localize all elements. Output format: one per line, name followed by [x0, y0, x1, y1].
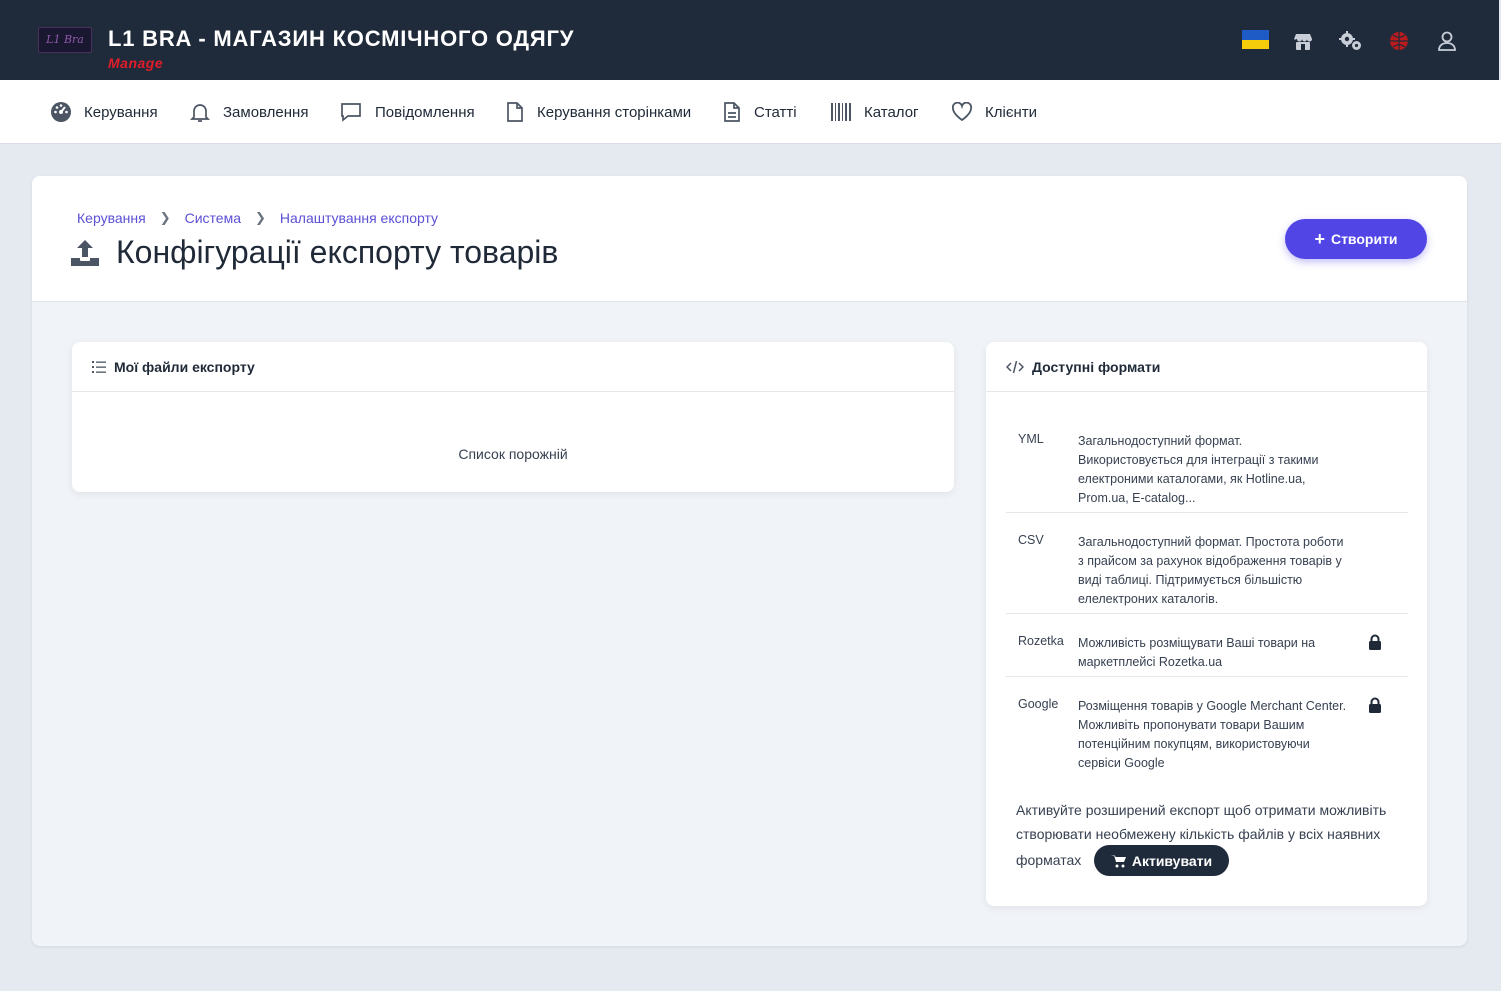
plus-icon: +	[1314, 229, 1325, 249]
page-title: Конфігурації експорту товарів	[116, 234, 559, 270]
nav-item-articles[interactable]: Статті	[722, 80, 797, 144]
code-icon	[1006, 360, 1024, 373]
format-row-yml[interactable]: YML Загальнодоступний формат. Використов…	[1006, 412, 1408, 513]
content-panel: Керування ❯ Система ❯ Налаштування експо…	[32, 176, 1467, 946]
nav-label: Клієнти	[985, 103, 1038, 121]
card-title: Доступні формати	[1032, 358, 1161, 375]
store-icon[interactable]	[1289, 27, 1317, 55]
nav-item-dashboard[interactable]: Керування	[50, 80, 158, 144]
my-export-files-card: Мої файли експорту Список порожній	[72, 342, 954, 492]
chevron-right-icon: ❯	[159, 210, 171, 225]
breadcrumb-link[interactable]: Налаштування експорту	[280, 210, 438, 226]
format-row-csv[interactable]: CSV Загальнодоступний формат. Простота р…	[1006, 513, 1408, 614]
format-row-google[interactable]: Google Розміщення товарів у Google Merch…	[1006, 677, 1408, 777]
nav-item-pages[interactable]: Керування сторінками	[505, 80, 691, 144]
create-button[interactable]: + Створити	[1285, 219, 1427, 259]
card-header: Доступні формати	[986, 342, 1427, 392]
document-icon	[724, 102, 740, 122]
dashboard-icon	[51, 102, 71, 122]
available-formats-card: Доступні формати YML Загальнодоступний ф…	[986, 342, 1427, 906]
nav-label: Замовлення	[223, 103, 309, 121]
settings-icon[interactable]	[1337, 27, 1365, 55]
page-header: Керування ❯ Система ❯ Налаштування експо…	[32, 176, 1467, 302]
nav-item-orders[interactable]: Замовлення	[189, 80, 308, 144]
promo-text: Активуйте розширений експорт щоб отримат…	[1016, 802, 1387, 842]
empty-list-text: Список порожній	[458, 446, 568, 462]
activate-button-label: Активувати	[1131, 852, 1213, 869]
nav-item-clients[interactable]: Клієнти	[951, 80, 1037, 144]
breadcrumb: Керування ❯ Система ❯ Налаштування експо…	[77, 210, 438, 226]
card-title: Мої файли експорту	[114, 358, 255, 375]
format-name: Google	[1018, 697, 1059, 711]
top-header: L1 Bra L1 BRA - МАГАЗИН КОСМІЧНОГО ОДЯГУ…	[0, 0, 1499, 80]
logo-text: L1 Bra	[46, 33, 84, 46]
format-description: Загальнодоступний формат. Простота робот…	[1078, 535, 1344, 606]
create-button-label: Створити	[1330, 231, 1398, 247]
message-icon	[341, 103, 361, 122]
store-logo[interactable]: L1 Bra	[38, 27, 92, 53]
upload-icon	[71, 240, 99, 266]
heart-icon	[951, 102, 973, 122]
chevron-right-icon: ❯	[254, 210, 266, 225]
nav-item-catalog[interactable]: Каталог	[830, 80, 919, 144]
nav-label: Керування сторінками	[537, 103, 692, 121]
bell-icon	[189, 104, 211, 122]
globe-icon[interactable]	[1385, 27, 1413, 55]
promo-text-end: форматах	[1016, 852, 1082, 868]
nav-label: Повідомлення	[375, 103, 475, 121]
list-icon	[92, 360, 106, 373]
format-name: YML	[1018, 432, 1044, 446]
user-icon[interactable]	[1433, 27, 1461, 55]
barcode-icon	[831, 103, 851, 121]
nav-label: Каталог	[864, 103, 919, 121]
nav-item-messages[interactable]: Повідомлення	[339, 80, 475, 144]
nav-label: Статті	[754, 103, 797, 121]
format-description: Можливість розміщувати Ваші товари на ма…	[1078, 636, 1316, 669]
activate-button[interactable]: Активувати	[1094, 845, 1229, 876]
lock-icon	[1369, 634, 1381, 650]
cart-icon	[1110, 854, 1126, 867]
nav-label: Керування	[84, 103, 158, 121]
format-row-rozetka[interactable]: Rozetka Можливість розміщувати Ваші това…	[1006, 614, 1408, 677]
format-name: CSV	[1018, 533, 1044, 547]
manage-label: Manage	[108, 55, 164, 71]
page-icon	[507, 102, 523, 122]
ukraine-flag-icon[interactable]	[1242, 30, 1269, 49]
format-description: Загальнодоступний формат. Використовуєть…	[1078, 434, 1319, 505]
format-name: Rozetka	[1018, 634, 1064, 648]
lock-icon	[1369, 697, 1381, 713]
main-nav: Керування Замовлення Повідомлення Керува…	[0, 80, 1501, 144]
breadcrumb-link[interactable]: Керування	[77, 210, 146, 226]
format-description: Розміщення товарів у Google Merchant Cen…	[1078, 699, 1347, 770]
card-header: Мої файли експорту	[72, 342, 954, 392]
store-title[interactable]: L1 BRA - МАГАЗИН КОСМІЧНОГО ОДЯГУ	[108, 26, 574, 52]
breadcrumb-link[interactable]: Система	[185, 210, 241, 226]
